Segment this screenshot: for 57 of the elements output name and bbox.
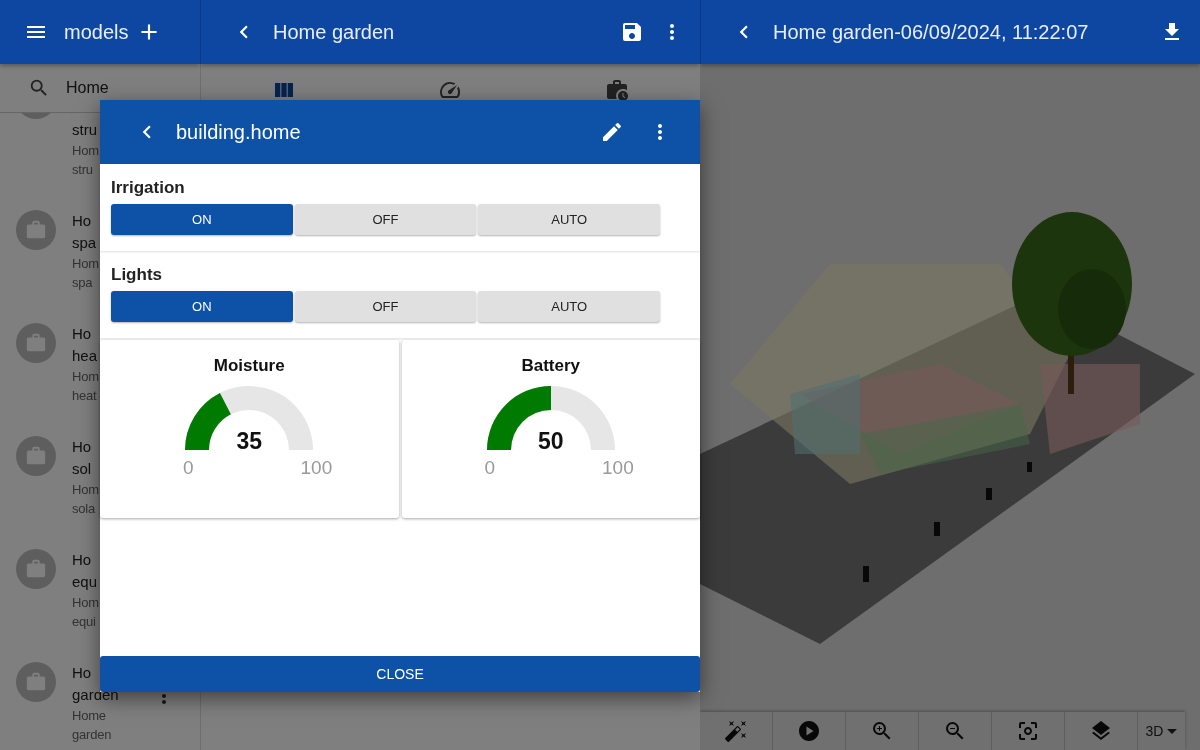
magic-wand-icon: [724, 719, 748, 743]
caret-icon: [1167, 728, 1178, 734]
model-subtitle: sola: [72, 500, 97, 518]
toggle-button[interactable]: ON: [111, 204, 293, 235]
model-subtitle: Hom: [72, 142, 99, 160]
editor-title: Home garden: [273, 20, 395, 44]
dialog-title: building.home: [176, 120, 301, 144]
gauge-min: 0: [483, 457, 497, 479]
gauge-max: 100: [300, 457, 333, 479]
model-subtitle: Hom: [72, 255, 99, 273]
search-field[interactable]: Home: [66, 79, 176, 97]
gauge-title: Moisture: [213, 356, 285, 376]
control-label: Irrigation: [111, 178, 186, 198]
model-subtitle: Hom: [72, 594, 99, 612]
model-subtitle: spa: [72, 274, 94, 292]
model-title: Ho: [72, 211, 93, 231]
model-subtitle: Hom: [72, 481, 99, 499]
model-subtitle: Home: [72, 707, 107, 725]
model-title: Ho: [72, 550, 93, 570]
model-title: stru: [72, 120, 98, 140]
model-subtitle: Hom: [72, 368, 99, 386]
edit-icon[interactable]: [600, 120, 624, 144]
close-button[interactable]: CLOSE: [100, 656, 700, 692]
model-subtitle: stru: [72, 161, 94, 179]
briefcase-icon: [25, 219, 47, 241]
model-subtitle: equi: [72, 613, 97, 631]
gauge-value: 50: [536, 428, 565, 455]
gauge-min: 0: [181, 457, 195, 479]
gauge-max: 100: [602, 457, 634, 479]
model-title: Ho: [72, 437, 93, 457]
model-subtitle: garden: [72, 726, 113, 744]
model-title: hea: [72, 346, 99, 366]
control-label: Lights: [111, 265, 163, 285]
briefcase-icon: [25, 445, 47, 467]
briefcase-icon: [25, 332, 47, 354]
toggle-button[interactable]: AUTO: [478, 204, 660, 235]
toggle-button[interactable]: OFF: [294, 204, 477, 235]
model-title: equ: [72, 572, 99, 592]
briefcase-icon: [25, 558, 47, 580]
bag-clock-icon: [604, 78, 629, 102]
viewer-title: Home garden-06/09/2024, 11:22:07: [773, 20, 1089, 44]
focus-icon: [1016, 719, 1040, 743]
toggle-button[interactable]: AUTO: [478, 291, 660, 322]
model-title: sol: [72, 459, 93, 479]
model-title: spa: [72, 233, 98, 253]
gauge-title: Battery: [521, 356, 581, 376]
play-icon: [797, 719, 821, 743]
save-icon[interactable]: [620, 20, 644, 44]
toggle-button[interactable]: ON: [111, 291, 293, 322]
model-subtitle: heat: [72, 387, 98, 405]
briefcase-icon: [25, 671, 47, 693]
gauge-value: 35: [235, 428, 264, 455]
model-title: Ho: [72, 663, 93, 683]
model-title: Ho: [72, 324, 93, 344]
toggle-button[interactable]: OFF: [294, 291, 477, 322]
view-mode-dropdown[interactable]: 3D: [1138, 712, 1185, 750]
app-title: models: [64, 20, 129, 44]
